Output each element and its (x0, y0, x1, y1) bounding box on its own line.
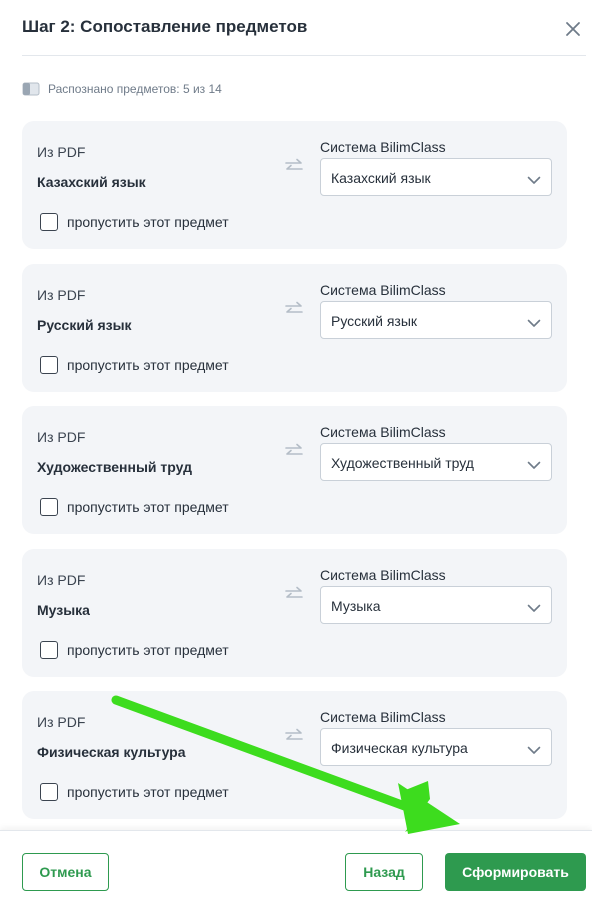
swap-arrows-icon (284, 301, 304, 317)
from-pdf-label: Из PDF (37, 144, 86, 160)
system-label: Система BilimClass (320, 282, 446, 298)
subject-mapping-card: Из PDF Русский язык Система BilimClass Р… (22, 264, 567, 392)
subject-mapping-card: Из PDF Казахский язык Система BilimClass… (22, 121, 567, 249)
chevron-down-icon (527, 600, 541, 612)
pdf-subject-name: Казахский язык (37, 174, 146, 190)
skip-subject-label: пропустить этот предмет (67, 784, 229, 800)
book-icon (22, 82, 40, 96)
subject-select[interactable]: Художественный труд (320, 443, 552, 481)
subject-select[interactable]: Русский язык (320, 301, 552, 339)
cancel-button[interactable]: Отмена (22, 853, 109, 891)
skip-subject-checkbox[interactable]: пропустить этот предмет (40, 783, 229, 801)
from-pdf-label: Из PDF (37, 714, 86, 730)
subject-select[interactable]: Музыка (320, 586, 552, 624)
subject-mapping-card: Из PDF Художественный труд Система Bilim… (22, 406, 567, 534)
pdf-subject-name: Художественный труд (37, 459, 192, 475)
swap-arrows-icon (284, 586, 304, 602)
subject-select-value: Художественный труд (331, 455, 474, 471)
swap-arrows-icon (284, 728, 304, 744)
pdf-subject-name: Физическая культура (37, 744, 186, 760)
checkbox-box[interactable] (40, 783, 58, 801)
close-icon[interactable] (562, 18, 584, 40)
skip-subject-label: пропустить этот предмет (67, 642, 229, 658)
checkbox-box[interactable] (40, 356, 58, 374)
generate-button[interactable]: Сформировать (445, 853, 586, 891)
recognized-count: Распознано предметов: 5 из 14 (22, 80, 222, 98)
chevron-down-icon (527, 172, 541, 184)
from-pdf-label: Из PDF (37, 429, 86, 445)
chevron-down-icon (527, 742, 541, 754)
dialog-title: Шаг 2: Сопоставление предметов (22, 17, 308, 36)
header-divider (22, 55, 586, 56)
subject-select-value: Русский язык (331, 313, 418, 329)
dialog-footer: Отмена Назад Сформировать (0, 830, 592, 900)
system-label: Система BilimClass (320, 139, 446, 155)
back-button[interactable]: Назад (345, 853, 423, 891)
subject-select[interactable]: Казахский язык (320, 158, 552, 196)
subject-select[interactable]: Физическая культура (320, 728, 552, 766)
from-pdf-label: Из PDF (37, 572, 86, 588)
chevron-down-icon (527, 315, 541, 327)
system-label: Система BilimClass (320, 424, 446, 440)
subject-mapping-card: Из PDF Физическая культура Система Bilim… (22, 691, 567, 819)
swap-arrows-icon (284, 443, 304, 459)
checkbox-box[interactable] (40, 213, 58, 231)
system-label: Система BilimClass (320, 709, 446, 725)
subject-mapping-card: Из PDF Музыка Система BilimClass Музыка … (22, 549, 567, 677)
skip-subject-label: пропустить этот предмет (67, 357, 229, 373)
recognized-count-text: Распознано предметов: 5 из 14 (48, 82, 222, 96)
skip-subject-label: пропустить этот предмет (67, 214, 229, 230)
skip-subject-checkbox[interactable]: пропустить этот предмет (40, 356, 229, 374)
skip-subject-checkbox[interactable]: пропустить этот предмет (40, 213, 229, 231)
dialog-header: Шаг 2: Сопоставление предметов (0, 0, 592, 56)
pdf-subject-name: Русский язык (37, 317, 132, 333)
checkbox-box[interactable] (40, 498, 58, 516)
skip-subject-checkbox[interactable]: пропустить этот предмет (40, 498, 229, 516)
system-label: Система BilimClass (320, 567, 446, 583)
pdf-subject-name: Музыка (37, 602, 90, 618)
subject-select-value: Казахский язык (331, 170, 431, 186)
skip-subject-checkbox[interactable]: пропустить этот предмет (40, 641, 229, 659)
subject-mapping-dialog: Шаг 2: Сопоставление предметов Распознан… (0, 0, 592, 900)
checkbox-box[interactable] (40, 641, 58, 659)
skip-subject-label: пропустить этот предмет (67, 499, 229, 515)
swap-arrows-icon (284, 158, 304, 174)
subject-select-value: Физическая культура (331, 740, 468, 756)
chevron-down-icon (527, 457, 541, 469)
subject-select-value: Музыка (331, 598, 381, 614)
from-pdf-label: Из PDF (37, 287, 86, 303)
